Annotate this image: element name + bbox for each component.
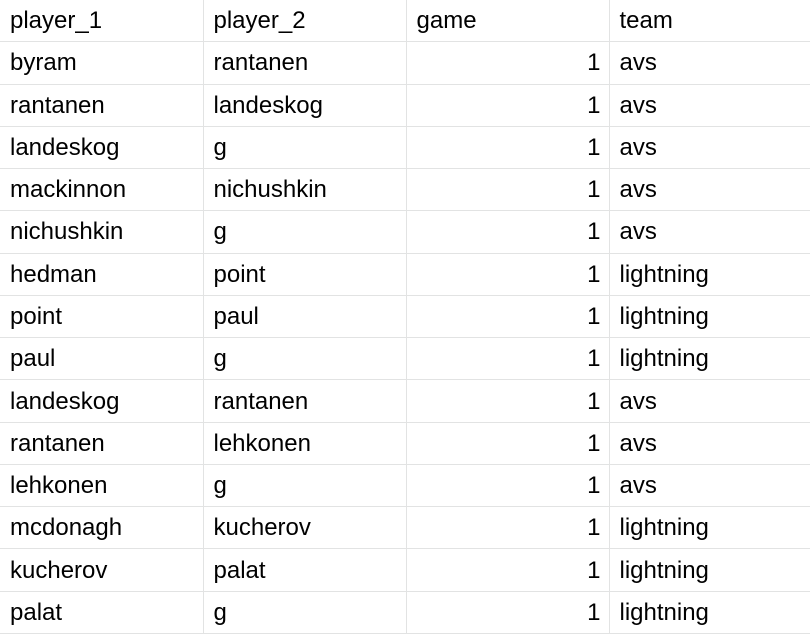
header-cell-game[interactable]: game: [405, 0, 610, 43]
team-cell[interactable]: lightning: [608, 252, 810, 296]
player-2-cell[interactable]: lehkonen: [202, 421, 407, 465]
table-row: landeskog g 1 avs: [0, 125, 810, 170]
game-cell[interactable]: 1: [405, 548, 610, 592]
game-cell[interactable]: 1: [405, 337, 610, 381]
team-cell[interactable]: avs: [608, 83, 810, 127]
team-cell[interactable]: avs: [608, 210, 810, 254]
player-2-cell[interactable]: point: [202, 252, 407, 296]
header-cell-team[interactable]: team: [608, 0, 810, 43]
table-row: paul g 1 lightning: [0, 337, 810, 381]
player-2-cell[interactable]: g: [202, 590, 407, 634]
player-1-cell[interactable]: paul: [0, 337, 204, 381]
game-cell[interactable]: 1: [405, 252, 610, 296]
spreadsheet-grid: player_1 player_2 game team byram rantane…: [0, 0, 810, 634]
table-row: rantanen landeskog 1 avs: [0, 83, 810, 127]
team-cell[interactable]: avs: [608, 125, 810, 170]
table-row: byram rantanen 1 avs: [0, 41, 810, 85]
team-cell[interactable]: lightning: [608, 590, 810, 634]
table-row: mcdonagh kucherov 1 lightning: [0, 506, 810, 550]
team-cell[interactable]: avs: [608, 463, 810, 508]
player-1-cell[interactable]: rantanen: [0, 421, 204, 465]
player-1-cell[interactable]: landeskog: [0, 125, 204, 170]
player-2-cell[interactable]: g: [202, 125, 407, 170]
player-2-cell[interactable]: g: [202, 337, 407, 381]
player-1-cell[interactable]: kucherov: [0, 548, 204, 592]
game-cell[interactable]: 1: [405, 83, 610, 127]
game-cell[interactable]: 1: [405, 41, 610, 85]
player-1-cell[interactable]: rantanen: [0, 83, 204, 127]
player-2-cell[interactable]: paul: [202, 294, 407, 339]
player-2-cell[interactable]: g: [202, 463, 407, 508]
game-cell[interactable]: 1: [405, 590, 610, 634]
game-cell[interactable]: 1: [405, 421, 610, 465]
player-2-cell[interactable]: kucherov: [202, 506, 407, 550]
table-row: lehkonen g 1 avs: [0, 463, 810, 508]
header-cell-player-1[interactable]: player_1: [0, 0, 204, 43]
game-cell[interactable]: 1: [405, 463, 610, 508]
table-row: rantanen lehkonen 1 avs: [0, 421, 810, 465]
player-2-cell[interactable]: nichushkin: [202, 168, 407, 212]
player-2-cell[interactable]: rantanen: [202, 41, 407, 85]
game-cell[interactable]: 1: [405, 506, 610, 550]
table-row: hedman point 1 lightning: [0, 252, 810, 296]
player-1-cell[interactable]: byram: [0, 41, 204, 85]
table-row: landeskog rantanen 1 avs: [0, 379, 810, 423]
table-row: mackinnon nichushkin 1 avs: [0, 168, 810, 212]
player-1-cell[interactable]: nichushkin: [0, 210, 204, 254]
player-1-cell[interactable]: mcdonagh: [0, 506, 204, 550]
player-2-cell[interactable]: landeskog: [202, 83, 407, 127]
team-cell[interactable]: lightning: [608, 548, 810, 592]
player-1-cell[interactable]: point: [0, 294, 204, 339]
team-cell[interactable]: avs: [608, 168, 810, 212]
table-row: palat g 1 lightning: [0, 590, 810, 634]
game-cell[interactable]: 1: [405, 168, 610, 212]
header-row: player_1 player_2 game team: [0, 0, 810, 43]
table-row: point paul 1 lightning: [0, 294, 810, 339]
player-1-cell[interactable]: mackinnon: [0, 168, 204, 212]
team-cell[interactable]: lightning: [608, 337, 810, 381]
table-row: kucherov palat 1 lightning: [0, 548, 810, 592]
game-cell[interactable]: 1: [405, 379, 610, 423]
team-cell[interactable]: avs: [608, 379, 810, 423]
game-cell[interactable]: 1: [405, 125, 610, 170]
table-row: nichushkin g 1 avs: [0, 210, 810, 254]
header-cell-player-2[interactable]: player_2: [202, 0, 407, 43]
player-1-cell[interactable]: palat: [0, 590, 204, 634]
player-2-cell[interactable]: palat: [202, 548, 407, 592]
player-2-cell[interactable]: g: [202, 210, 407, 254]
team-cell[interactable]: avs: [608, 421, 810, 465]
game-cell[interactable]: 1: [405, 294, 610, 339]
player-1-cell[interactable]: lehkonen: [0, 463, 204, 508]
player-2-cell[interactable]: rantanen: [202, 379, 407, 423]
player-1-cell[interactable]: landeskog: [0, 379, 204, 423]
team-cell[interactable]: avs: [608, 41, 810, 85]
player-1-cell[interactable]: hedman: [0, 252, 204, 296]
game-cell[interactable]: 1: [405, 210, 610, 254]
team-cell[interactable]: lightning: [608, 294, 810, 339]
team-cell[interactable]: lightning: [608, 506, 810, 550]
